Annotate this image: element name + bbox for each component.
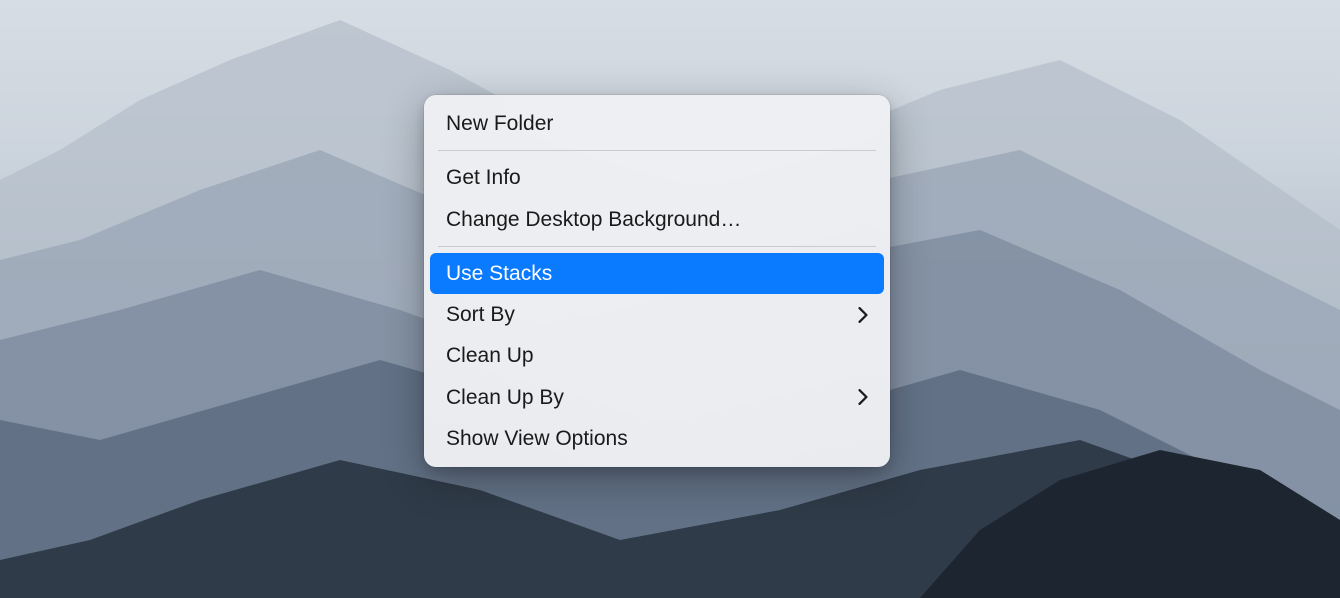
desktop-context-menu: New Folder Get Info Change Desktop Backg… — [424, 95, 890, 467]
menu-item-show-view-options[interactable]: Show View Options — [424, 418, 890, 459]
menu-item-get-info[interactable]: Get Info — [424, 157, 890, 198]
menu-item-clean-up-by[interactable]: Clean Up By — [424, 377, 890, 418]
menu-item-label: Get Info — [446, 164, 521, 191]
menu-item-label: Show View Options — [446, 425, 628, 452]
chevron-right-icon — [858, 307, 868, 323]
menu-item-label: Clean Up — [446, 342, 534, 369]
menu-item-clean-up[interactable]: Clean Up — [424, 335, 890, 376]
menu-separator — [438, 246, 876, 247]
chevron-right-icon — [858, 389, 868, 405]
menu-item-new-folder[interactable]: New Folder — [424, 103, 890, 144]
menu-item-use-stacks[interactable]: Use Stacks — [430, 253, 884, 294]
menu-item-label: Use Stacks — [446, 260, 552, 287]
menu-item-change-desktop-background[interactable]: Change Desktop Background… — [424, 199, 890, 240]
menu-separator — [438, 150, 876, 151]
menu-item-label: New Folder — [446, 110, 553, 137]
menu-item-label: Change Desktop Background… — [446, 206, 741, 233]
menu-item-label: Clean Up By — [446, 384, 564, 411]
menu-item-label: Sort By — [446, 301, 515, 328]
menu-item-sort-by[interactable]: Sort By — [424, 294, 890, 335]
